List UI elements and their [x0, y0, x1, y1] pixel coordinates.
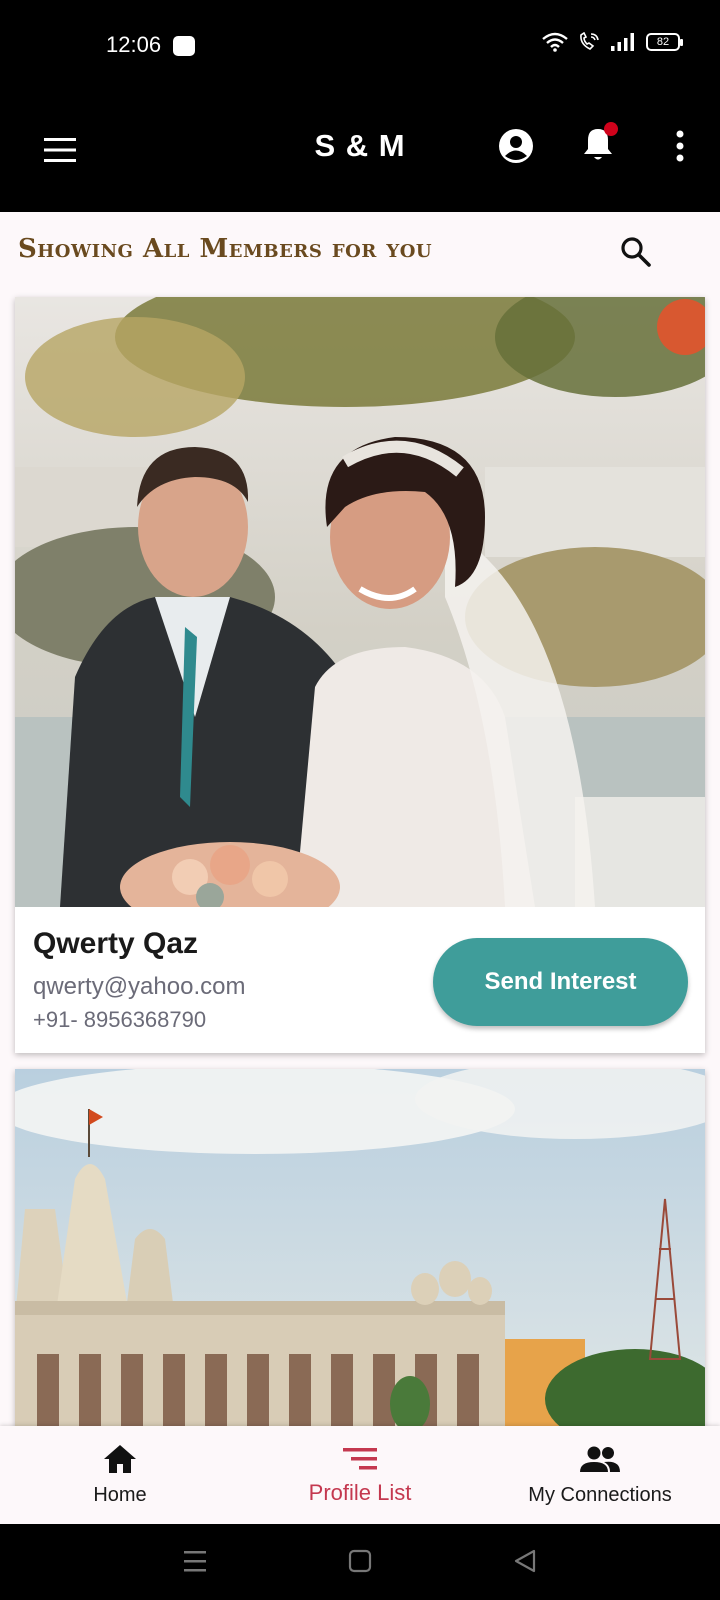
home-nav-icon[interactable]	[348, 1549, 372, 1573]
recent-apps-icon[interactable]	[184, 1551, 206, 1572]
member-info: Qwerty Qaz qwerty@yahoo.com +91- 8956368…	[15, 907, 705, 1053]
status-bar: 12:06 82	[0, 0, 720, 90]
wedding-photo	[15, 297, 705, 907]
temple-photo	[15, 1069, 705, 1429]
system-navigation-bar	[0, 1524, 720, 1600]
member-card[interactable]	[15, 1069, 705, 1429]
notifications-button[interactable]	[578, 122, 618, 166]
member-photo[interactable]	[15, 1069, 705, 1429]
status-icons: 82	[542, 32, 683, 52]
member-photo[interactable]	[15, 297, 705, 907]
signal-icon	[611, 33, 634, 51]
member-phone: +91- 8956368790	[33, 1007, 207, 1032]
call-wifi-icon	[580, 32, 599, 50]
section-header: Showing All Members for you	[0, 212, 720, 294]
nav-my-connections[interactable]: My Connections	[500, 1426, 700, 1524]
search-icon	[621, 237, 651, 267]
nav-home-label: Home	[93, 1484, 147, 1506]
notification-badge	[604, 122, 618, 136]
back-icon[interactable]	[514, 1549, 536, 1573]
search-button[interactable]	[616, 232, 656, 272]
nav-profile-list[interactable]: Profile List	[280, 1426, 440, 1524]
more-options-button[interactable]	[664, 126, 696, 166]
battery-icon: 82	[646, 33, 683, 51]
nav-profile-list-label: Profile List	[308, 1480, 412, 1505]
more-vert-icon	[676, 130, 684, 162]
home-icon	[104, 1445, 136, 1473]
section-title: Showing All Members for you	[18, 234, 433, 264]
account-circle-icon	[499, 129, 533, 163]
send-interest-button[interactable]: Send Interest	[433, 938, 688, 1026]
member-card[interactable]: Qwerty Qaz qwerty@yahoo.com +91- 8956368…	[15, 297, 705, 1053]
notification-app-icon	[173, 36, 195, 56]
people-icon	[580, 1446, 620, 1472]
member-email: qwerty@yahoo.com	[33, 973, 246, 1000]
account-button[interactable]	[496, 126, 536, 166]
member-name: Qwerty Qaz	[33, 927, 199, 960]
app-bar: S & M	[0, 90, 720, 212]
list-icon	[343, 1448, 377, 1470]
status-time: 12:06	[106, 32, 162, 57]
wifi-icon	[542, 32, 568, 52]
nav-home[interactable]: Home	[40, 1426, 200, 1524]
nav-my-connections-label: My Connections	[528, 1484, 672, 1506]
bottom-navigation: Home Profile List My Connections	[0, 1426, 720, 1524]
